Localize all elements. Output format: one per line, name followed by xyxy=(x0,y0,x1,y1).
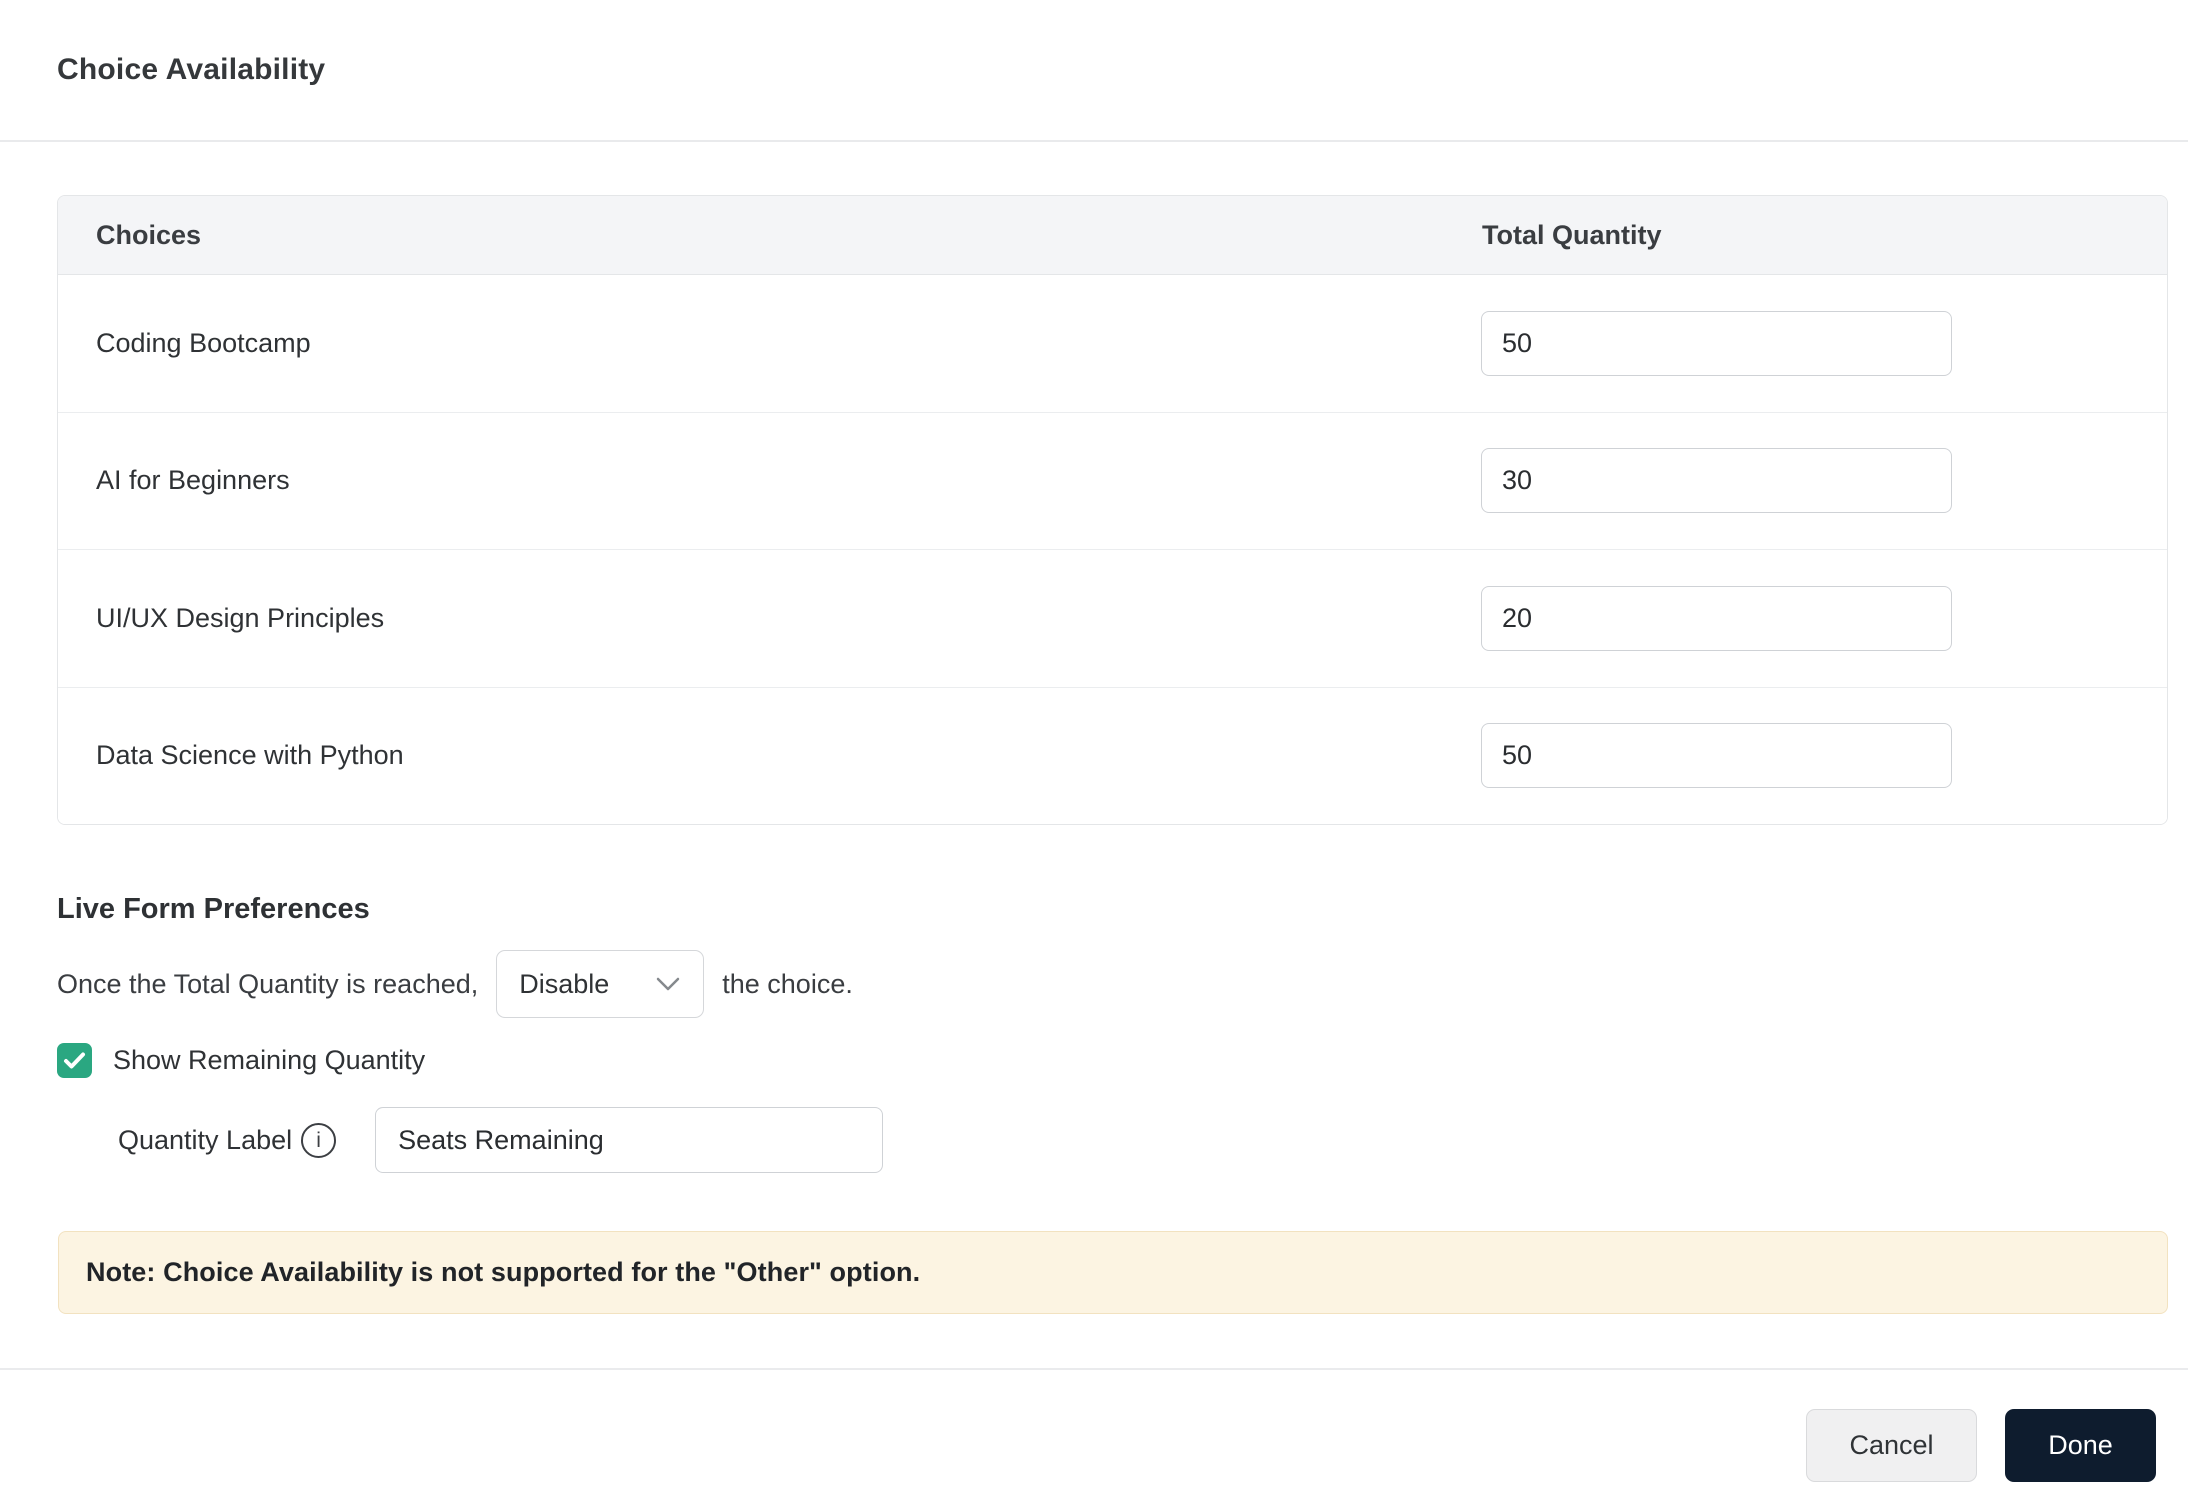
quantity-input[interactable] xyxy=(1481,310,1952,376)
chevron-down-icon xyxy=(657,977,680,991)
dialog-header: Choice Availability xyxy=(0,0,2188,142)
footer-divider xyxy=(0,1368,2188,1370)
column-header-total-quantity: Total Quantity xyxy=(1482,219,1662,250)
show-remaining-quantity-row: Show Remaining Quantity xyxy=(57,1043,425,1078)
sentence-prefix: Once the Total Quantity is reached, xyxy=(57,968,479,999)
quantity-input[interactable] xyxy=(1481,723,1952,789)
table-row: Coding Bootcamp xyxy=(58,275,2167,413)
quantity-reached-sentence: Once the Total Quantity is reached, Disa… xyxy=(57,950,853,1018)
quantity-cell xyxy=(1481,585,2167,651)
choice-label: Coding Bootcamp xyxy=(96,327,311,358)
choice-label: UI/UX Design Principles xyxy=(96,602,385,633)
column-header-choices: Choices xyxy=(96,219,202,250)
quantity-reached-action-dropdown[interactable]: Disable xyxy=(496,950,705,1018)
quantity-label-text: Quantity Label xyxy=(118,1124,293,1155)
checkmark-icon xyxy=(64,1052,85,1069)
show-remaining-quantity-label: Show Remaining Quantity xyxy=(113,1045,426,1075)
page-title: Choice Availability xyxy=(57,53,326,86)
choice-availability-dialog: Choice Availability Choices Total Quanti… xyxy=(0,0,2188,1492)
sentence-suffix: the choice. xyxy=(722,968,853,999)
show-remaining-quantity-checkbox[interactable] xyxy=(57,1043,92,1078)
dropdown-selected-value: Disable xyxy=(519,968,610,999)
note-banner: Note: Choice Availability is not support… xyxy=(58,1231,2168,1314)
table-row: UI/UX Design Principles xyxy=(58,550,2167,688)
table-row: Data Science with Python xyxy=(58,687,2167,824)
quantity-label-row: Quantity Label i xyxy=(118,1107,884,1173)
quantity-cell xyxy=(1481,448,2167,514)
note-text: Note: Choice Availability is not support… xyxy=(86,1257,921,1287)
done-button[interactable]: Done xyxy=(2005,1409,2156,1482)
choice-label: AI for Beginners xyxy=(96,465,290,496)
quantity-cell xyxy=(1481,310,2167,376)
choices-table: Choices Total Quantity Coding Bootcamp A… xyxy=(57,195,2168,825)
table-header-row: Choices Total Quantity xyxy=(58,196,2167,275)
quantity-input[interactable] xyxy=(1481,585,1952,651)
info-icon[interactable]: i xyxy=(301,1122,337,1158)
quantity-input[interactable] xyxy=(1481,448,1952,514)
quantity-cell xyxy=(1481,723,2167,789)
table-row: AI for Beginners xyxy=(58,412,2167,550)
choice-label: Data Science with Python xyxy=(96,740,404,771)
quantity-label-input[interactable] xyxy=(375,1107,884,1173)
cancel-button[interactable]: Cancel xyxy=(1806,1409,1977,1482)
section-heading-live-form-preferences: Live Form Preferences xyxy=(57,893,370,925)
